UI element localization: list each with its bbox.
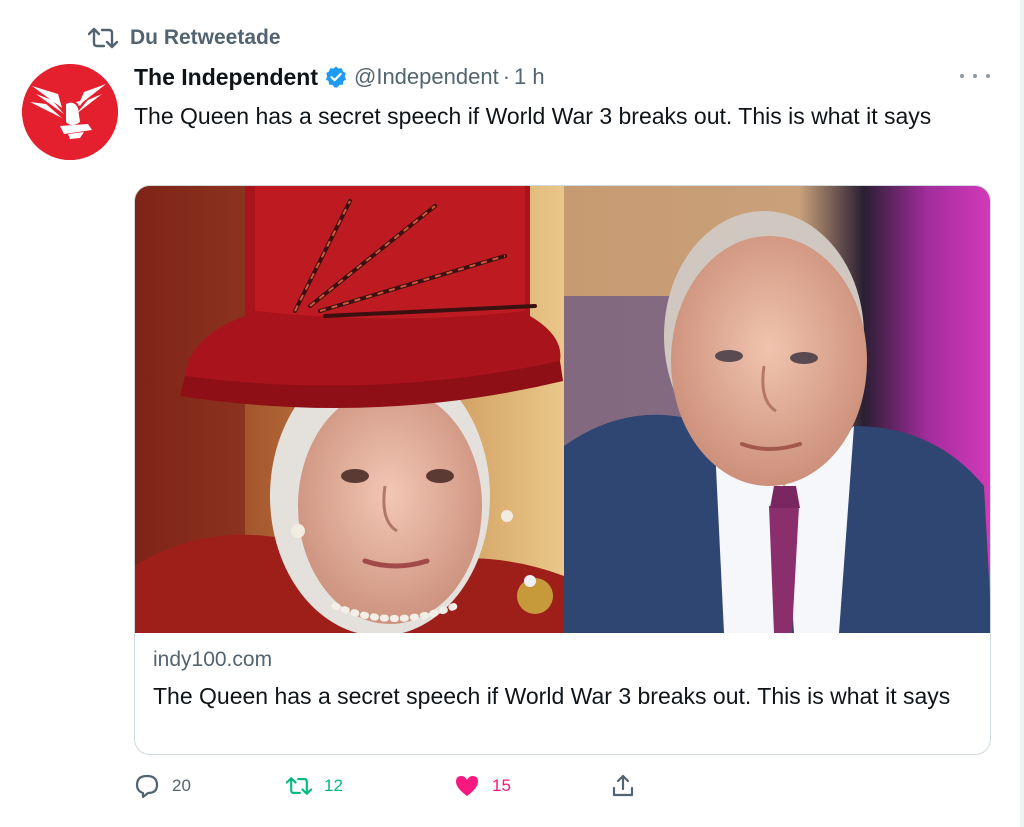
- card-photo-left: [135, 186, 564, 633]
- retweet-icon: [88, 27, 118, 49]
- link-card-title: The Queen has a secret speech if World W…: [153, 683, 951, 709]
- heart-filled-icon: [456, 776, 478, 796]
- reply-count: 20: [172, 776, 191, 795]
- header-separator: ·: [502, 64, 511, 89]
- tweet-text: The Queen has a secret speech if World W…: [134, 103, 932, 129]
- retweet-count: 12: [324, 776, 343, 795]
- retweet-active-icon: [286, 777, 312, 795]
- timeline-right-border: [1020, 0, 1024, 827]
- more-options-icon[interactable]: [960, 66, 990, 86]
- like-button[interactable]: 15: [454, 768, 511, 804]
- retweet-context-label: Du Retweetade: [130, 26, 281, 49]
- share-icon: [612, 774, 634, 797]
- tweet-header: The Independent @Independent · 1 h: [134, 60, 545, 94]
- author-name[interactable]: The Independent: [134, 64, 318, 91]
- tweet-timestamp[interactable]: 1 h: [514, 64, 545, 90]
- card-photo-right: [564, 186, 990, 633]
- share-button[interactable]: [610, 768, 636, 804]
- tweet-actions: 20 12 15: [134, 768, 654, 804]
- author-handle[interactable]: @Independent: [354, 64, 499, 90]
- avatar[interactable]: [22, 64, 118, 160]
- retweet-context[interactable]: Du Retweetade: [88, 24, 281, 52]
- reply-icon: [135, 774, 159, 799]
- verified-badge-icon: [325, 66, 347, 88]
- retweet-button[interactable]: 12: [286, 768, 343, 804]
- link-card-domain: indy100.com: [153, 648, 273, 671]
- independent-eagle-logo-icon: [22, 64, 118, 160]
- link-card-image[interactable]: [135, 186, 990, 633]
- reply-button[interactable]: 20: [134, 768, 191, 804]
- link-card[interactable]: indy100.com The Queen has a secret speec…: [134, 185, 991, 755]
- like-count: 15: [492, 776, 511, 795]
